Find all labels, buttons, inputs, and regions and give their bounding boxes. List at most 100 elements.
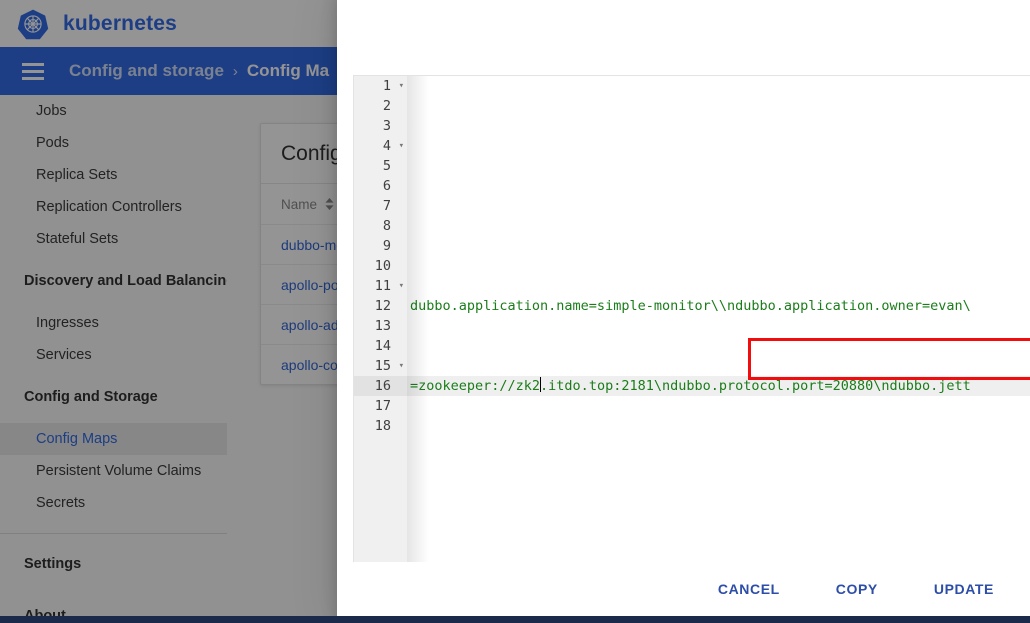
gutter-line-4[interactable]: 4 ▾ xyxy=(354,136,407,156)
line-number: 15 xyxy=(374,358,391,374)
line-number: 7 xyxy=(382,198,391,214)
gutter-line-5[interactable]: 5 xyxy=(354,156,407,176)
sidebar-item-label: Secrets xyxy=(36,495,86,511)
code-line-9[interactable] xyxy=(407,236,1030,256)
edit-config-map-dialog: 1 ▾ 2 3 4 ▾ 5 6 7 8 9 10 11 ▾ 12 13 14 15 ▾ 16 17 18 dubbo.ap… xyxy=(337,0,1030,616)
code-line-11[interactable] xyxy=(407,276,1030,296)
gutter-line-17[interactable]: 17 xyxy=(354,396,407,416)
sidebar-item-label: Settings xyxy=(24,556,82,572)
gutter-line-1[interactable]: 1 ▾ xyxy=(354,76,407,96)
line-number: 4 xyxy=(382,138,391,154)
code-line-6[interactable] xyxy=(407,176,1030,196)
line-number: 6 xyxy=(382,178,391,194)
code-line-17[interactable] xyxy=(407,396,1030,416)
sidebar-section-label: Discovery and Load Balancing xyxy=(24,273,227,289)
gutter-line-12[interactable]: 12 xyxy=(354,296,407,316)
gutter-line-9[interactable]: 9 xyxy=(354,236,407,256)
code-line-8[interactable] xyxy=(407,216,1030,236)
hamburger-menu-icon[interactable] xyxy=(22,62,44,80)
code-line-10[interactable] xyxy=(407,256,1030,276)
code-text-after-caret: .itdo.top:2181\ndubbo.protocol.port=2088… xyxy=(540,378,971,394)
sidebar-item-label: About xyxy=(24,608,66,616)
sidebar-item-jobs[interactable]: Jobs xyxy=(0,95,227,127)
code-editor[interactable]: 1 ▾ 2 3 4 ▾ 5 6 7 8 9 10 11 ▾ 12 13 14 15 ▾ 16 17 18 dubbo.ap… xyxy=(353,75,1030,600)
dialog-title xyxy=(337,0,1030,12)
gutter-line-10[interactable]: 10 xyxy=(354,256,407,276)
sidebar-item-persistent-volume-claims[interactable]: Persistent Volume Claims xyxy=(0,455,227,487)
sidebar-item-settings[interactable]: Settings xyxy=(0,548,227,580)
dialog-action-bar: CANCEL COPY UPDATE xyxy=(337,562,1030,616)
line-number: 11 xyxy=(374,278,391,294)
fold-toggle-icon[interactable]: ▾ xyxy=(399,136,404,156)
code-line-14[interactable] xyxy=(407,336,1030,356)
cancel-button[interactable]: CANCEL xyxy=(708,573,790,605)
kubernetes-helm-icon xyxy=(17,8,49,40)
code-line-1[interactable] xyxy=(407,76,1030,96)
gutter-line-3[interactable]: 3 xyxy=(354,116,407,136)
sidebar-item-label: Replication Controllers xyxy=(36,199,182,215)
fold-toggle-icon[interactable]: ▾ xyxy=(399,76,404,96)
cell-name: apollo-co xyxy=(281,356,338,373)
sidebar-item-replica-sets[interactable]: Replica Sets xyxy=(0,159,227,191)
page-bottom-strip xyxy=(0,616,1030,623)
line-number: 9 xyxy=(382,238,391,254)
sidebar-item-replication-controllers[interactable]: Replication Controllers xyxy=(0,191,227,223)
sort-arrows-icon[interactable] xyxy=(324,197,335,211)
editor-gutter: 1 ▾ 2 3 4 ▾ 5 6 7 8 9 10 11 ▾ 12 13 14 15 ▾ 16 17 18 xyxy=(354,76,407,573)
code-line-13[interactable] xyxy=(407,316,1030,336)
sidebar-item-secrets[interactable]: Secrets xyxy=(0,487,227,519)
gutter-line-18[interactable]: 18 xyxy=(354,416,407,436)
sidebar-item-pods[interactable]: Pods xyxy=(0,127,227,159)
column-header-name[interactable]: Name xyxy=(281,197,317,212)
code-line-12[interactable]: dubbo.application.name=simple-monitor\\n… xyxy=(407,296,1030,316)
sidebar-item-label: Ingresses xyxy=(36,315,99,331)
editor-code-area[interactable]: dubbo.application.name=simple-monitor\\n… xyxy=(407,76,1030,573)
code-line-7[interactable] xyxy=(407,196,1030,216)
sidebar-item-ingresses[interactable]: Ingresses xyxy=(0,307,227,339)
gutter-line-16[interactable]: 16 xyxy=(354,376,407,396)
screen: kubernetes Config and storage › Config M… xyxy=(0,0,1030,623)
fold-toggle-icon[interactable]: ▾ xyxy=(399,356,404,376)
code-line-16[interactable]: =zookeeper://zk2.itdo.top:2181\ndubbo.pr… xyxy=(407,376,1030,396)
line-number: 10 xyxy=(374,258,391,274)
code-line-15[interactable] xyxy=(407,356,1030,376)
code-line-5[interactable] xyxy=(407,156,1030,176)
line-number: 8 xyxy=(382,218,391,234)
sidebar-item-config-maps[interactable]: Config Maps xyxy=(0,423,227,455)
cell-name: apollo-ad xyxy=(281,316,339,333)
breadcrumb-parent[interactable]: Config and storage xyxy=(69,61,224,81)
fold-toggle-icon[interactable]: ▾ xyxy=(399,276,404,296)
sidebar-item-services[interactable]: Services xyxy=(0,339,227,371)
chevron-right-icon: › xyxy=(232,62,238,80)
dialog-body: 1 ▾ 2 3 4 ▾ 5 6 7 8 9 10 11 ▾ 12 13 14 15 ▾ 16 17 18 dubbo.ap… xyxy=(337,12,1030,616)
gutter-line-6[interactable]: 6 xyxy=(354,176,407,196)
breadcrumb-current: Config Ma xyxy=(246,61,330,80)
gutter-line-2[interactable]: 2 xyxy=(354,96,407,116)
copy-button[interactable]: COPY xyxy=(826,573,888,605)
line-number: 14 xyxy=(374,338,391,354)
sidebar-item-about[interactable]: About xyxy=(0,600,227,616)
gutter-line-7[interactable]: 7 xyxy=(354,196,407,216)
sidebar-item-label: Jobs xyxy=(36,103,67,119)
code-line-4[interactable] xyxy=(407,136,1030,156)
sidebar-item-label: Persistent Volume Claims xyxy=(36,463,202,479)
gutter-line-13[interactable]: 13 xyxy=(354,316,407,336)
line-number: 3 xyxy=(382,118,391,134)
sidebar-item-label: Replica Sets xyxy=(36,167,118,183)
code-text-before-caret: =zookeeper://zk2 xyxy=(410,378,541,394)
cell-name: apollo-po xyxy=(281,276,339,293)
gutter-line-11[interactable]: 11 ▾ xyxy=(354,276,407,296)
gutter-line-14[interactable]: 14 xyxy=(354,336,407,356)
code-line-2[interactable] xyxy=(407,96,1030,116)
code-line-3[interactable] xyxy=(407,116,1030,136)
sidebar-item-label: Config Maps xyxy=(36,431,118,447)
gutter-line-15[interactable]: 15 ▾ xyxy=(354,356,407,376)
gutter-line-8[interactable]: 8 xyxy=(354,216,407,236)
code-line-18[interactable] xyxy=(407,416,1030,436)
update-button[interactable]: UPDATE xyxy=(924,573,1004,605)
sidebar-item-stateful-sets[interactable]: Stateful Sets xyxy=(0,223,227,255)
line-number: 16 xyxy=(374,378,391,394)
